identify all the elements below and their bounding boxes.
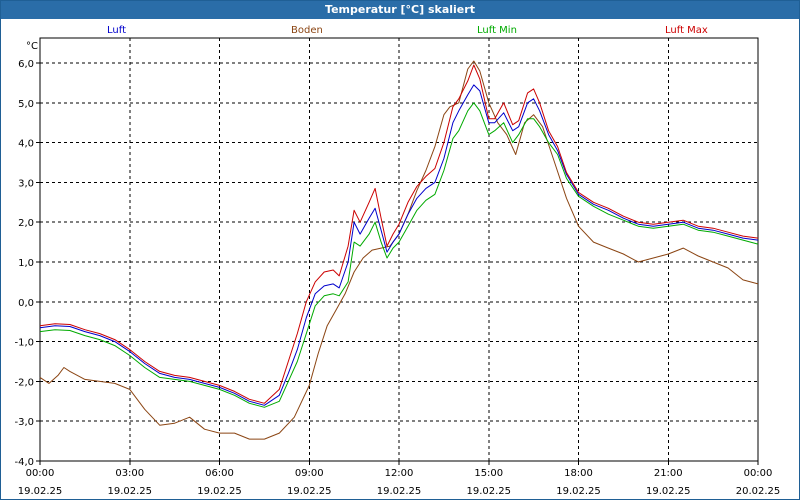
- y-tick-label: 3,0: [18, 178, 34, 189]
- x-tick-date: 19.02.25: [556, 486, 601, 497]
- y-ticks: 6,0 5,0 4,0 3,0 2,0 1,0 0,0 -1,0 -2,0 -3,0 -4,0: [14, 59, 34, 468]
- y-tick-label: 0,0: [18, 298, 34, 309]
- y-tick-label: 1,0: [18, 258, 34, 269]
- y-tick-label: -2,0: [14, 377, 34, 388]
- axes: [36, 37, 759, 465]
- x-tick-time: 12:00: [385, 468, 414, 479]
- x-ticks: 00:00 19.02.25 03:00 19.02.25 06:00 19.02.25 0…: [18, 468, 781, 497]
- temperature-chart: °C 6,0 5,0 4,0 3,0 2,0 1,0 0,0 -1,0 -2,0 -3,0 -4,0…: [14, 37, 781, 497]
- y-tick-label: -4,0: [14, 457, 34, 468]
- x-tick-time: 15:00: [474, 468, 503, 479]
- y-tick-label: 5,0: [18, 99, 34, 110]
- x-tick-time: 09:00: [295, 468, 324, 479]
- x-tick-date: 19.02.25: [466, 486, 511, 497]
- grid: [40, 38, 758, 461]
- x-tick-date: 19.02.25: [646, 486, 691, 497]
- y-tick-label: 4,0: [18, 139, 34, 150]
- y-tick-label: -1,0: [14, 338, 34, 349]
- x-tick-time: 18:00: [564, 468, 593, 479]
- y-tick-label: -3,0: [14, 417, 34, 428]
- x-tick-date: 19.02.25: [107, 486, 152, 497]
- x-tick-date: 19.02.25: [287, 486, 332, 497]
- y-tick-label: 2,0: [18, 218, 34, 229]
- x-tick-date: 19.02.25: [197, 486, 242, 497]
- x-tick-date: 19.02.25: [377, 486, 422, 497]
- x-tick-time: 21:00: [654, 468, 683, 479]
- x-tick-date: 19.02.25: [18, 486, 63, 497]
- x-tick-time: 00:00: [26, 468, 55, 479]
- y-tick-label: 6,0: [18, 59, 34, 70]
- x-tick-date: 20.02.25: [736, 486, 781, 497]
- x-tick-time: 03:00: [115, 468, 144, 479]
- x-tick-time: 00:00: [744, 468, 773, 479]
- x-tick-time: 06:00: [205, 468, 234, 479]
- y-axis-unit: °C: [26, 41, 38, 52]
